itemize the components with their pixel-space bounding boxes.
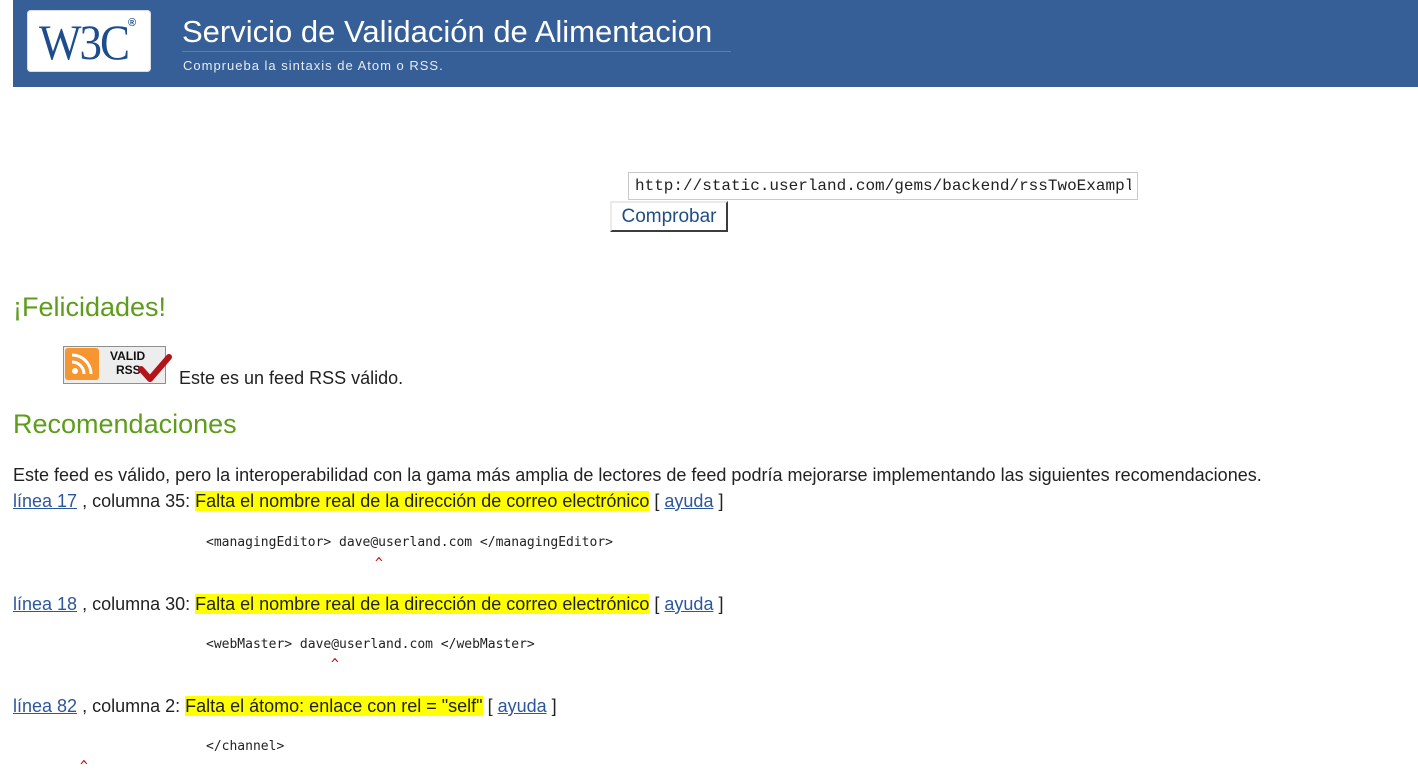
recommendation-item: línea 17 , columna 35: Falta el nombre r… xyxy=(13,490,723,512)
error-caret: ^ xyxy=(331,657,339,672)
header-banner: W3C ® Servicio de Validación de Alimenta… xyxy=(13,0,1418,87)
recommendations-intro: Este feed es válido, pero la interoperab… xyxy=(13,465,1262,485)
code-snippet: </channel> xyxy=(206,739,285,754)
help-bracket-open: [ xyxy=(649,491,665,511)
help-bracket-open: [ xyxy=(649,594,665,614)
code-snippet: <managingEditor> dave@userland.com </man… xyxy=(206,535,613,550)
column-text: , columna 35: xyxy=(77,491,196,511)
title-underline xyxy=(182,51,731,52)
line-link[interactable]: línea 17 xyxy=(13,491,77,511)
check-button[interactable]: Comprobar xyxy=(610,201,728,232)
congrats-heading: ¡Felicidades! xyxy=(13,292,167,322)
help-link[interactable]: ayuda xyxy=(664,594,713,614)
help-bracket-close: ] xyxy=(713,594,724,614)
help-bracket-close: ] xyxy=(546,696,557,716)
help-link[interactable]: ayuda xyxy=(664,491,713,511)
column-text: , columna 30: xyxy=(77,594,196,614)
valid-rss-badge[interactable]: VALID RSS xyxy=(63,346,172,384)
recommendation-message: Falta el nombre real de la dirección de … xyxy=(195,594,650,614)
help-bracket-close: ] xyxy=(713,491,724,511)
line-link[interactable]: línea 18 xyxy=(13,594,77,614)
recommendation-message: Falta el nombre real de la dirección de … xyxy=(195,491,650,511)
error-caret: ^ xyxy=(375,556,383,571)
page-subtitle: Comprueba la sintaxis de Atom o RSS. xyxy=(183,58,444,73)
recommendation-message: Falta el átomo: enlace con rel = "self" xyxy=(185,696,483,716)
error-caret: ^ xyxy=(80,759,88,774)
checkmark-icon xyxy=(138,354,172,382)
code-snippet: <webMaster> dave@userland.com </webMaste… xyxy=(206,637,535,652)
w3c-logo-text: W3C xyxy=(39,15,130,71)
line-link[interactable]: línea 82 xyxy=(13,696,77,716)
help-bracket-open: [ xyxy=(482,696,498,716)
registered-mark: ® xyxy=(128,17,137,29)
column-text: , columna 2: xyxy=(77,696,186,716)
help-link[interactable]: ayuda xyxy=(498,696,547,716)
recommendation-item: línea 82 , columna 2: Falta el átomo: en… xyxy=(13,695,557,717)
valid-feed-message: Este es un feed RSS válido. xyxy=(179,368,404,388)
page-title: Servicio de Validación de Alimentacion xyxy=(182,14,713,49)
rss-feed-icon xyxy=(65,348,99,380)
recommendations-heading: Recomendaciones xyxy=(13,409,237,439)
w3c-logo[interactable]: W3C ® xyxy=(27,10,151,72)
recommendation-item: línea 18 , columna 30: Falta el nombre r… xyxy=(13,593,723,615)
feed-url-input[interactable] xyxy=(628,172,1138,200)
badge-rss-label: RSS xyxy=(116,363,141,377)
